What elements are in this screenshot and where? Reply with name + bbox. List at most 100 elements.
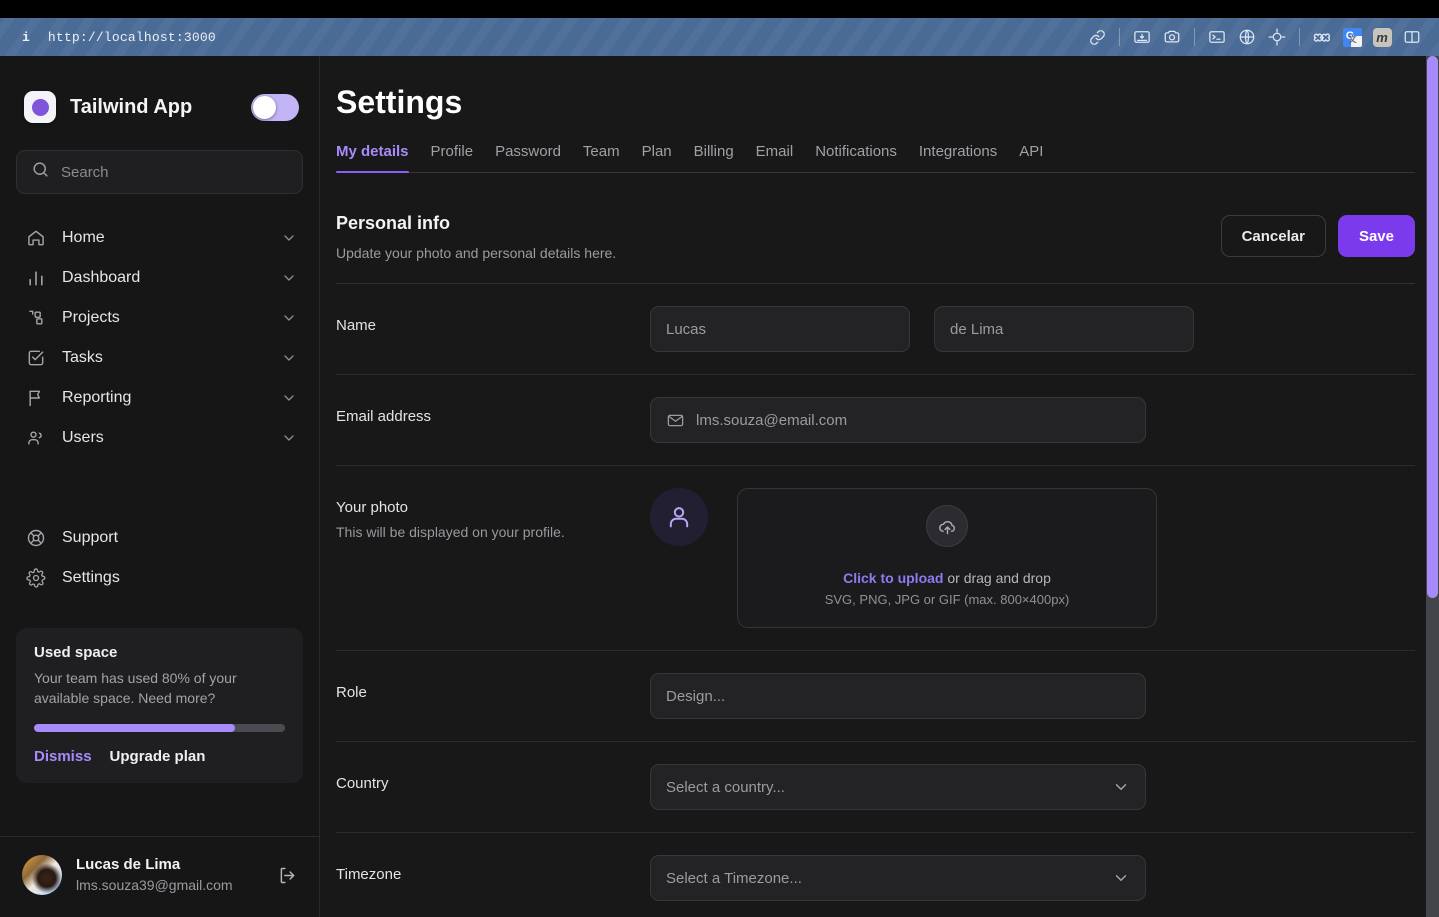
dismiss-button[interactable]: Dismiss	[34, 748, 92, 765]
user-profile-bar: Lucas de Lima lms.souza39@gmail.com	[0, 836, 319, 917]
sidebar-item-home[interactable]: Home	[0, 218, 319, 258]
used-space-progress	[34, 724, 285, 732]
upgrade-plan-button[interactable]: Upgrade plan	[110, 748, 206, 765]
user-email: lms.souza39@gmail.com	[76, 876, 233, 893]
brand-name: Tailwind App	[70, 95, 193, 118]
role-input[interactable]: Design...	[650, 673, 1146, 719]
user-name: Lucas de Lima	[76, 856, 181, 874]
search-input[interactable]: Search	[16, 150, 303, 194]
role-label: Role	[336, 684, 367, 701]
upload-hint: SVG, PNG, JPG or GIF (max. 800×400px)	[824, 592, 1070, 607]
country-label-block: Country	[336, 764, 650, 792]
tab-password[interactable]: Password	[484, 143, 572, 172]
tab-billing[interactable]: Billing	[683, 143, 745, 172]
info-icon[interactable]: i	[22, 30, 30, 45]
flag-icon	[26, 388, 46, 408]
sidebar-item-label: Users	[62, 429, 104, 446]
sidebar-item-users[interactable]: Users	[0, 418, 319, 458]
sidebar-nav: Home Dashboard Projects Tasks Reporting …	[0, 218, 319, 458]
country-placeholder: Select a country...	[666, 778, 785, 796]
app-root: Tailwind App Search Home Dashboard Proje…	[0, 56, 1439, 917]
puzzle-icon[interactable]	[1307, 23, 1337, 51]
sidebar-item-label: Reporting	[62, 389, 132, 406]
email-controls: lms.souza@email.com	[650, 397, 1415, 443]
avatar[interactable]	[22, 855, 62, 895]
chevron-down-icon[interactable]	[1112, 778, 1130, 796]
toolbar-divider	[1299, 28, 1300, 46]
email-placeholder: lms.souza@email.com	[696, 411, 848, 429]
photo-label: Your photo	[336, 499, 409, 516]
link-icon[interactable]	[1082, 23, 1112, 51]
sidebar-item-dashboard[interactable]: Dashboard	[0, 258, 319, 298]
search-icon	[31, 160, 50, 184]
google-translate-icon[interactable]: G 文	[1337, 23, 1367, 51]
sidebar-item-settings[interactable]: Settings	[0, 558, 319, 598]
sidebar-item-projects[interactable]: Projects	[0, 298, 319, 338]
email-input[interactable]: lms.souza@email.com	[650, 397, 1146, 443]
terminal-icon[interactable]	[1202, 23, 1232, 51]
main-content: Settings My details Profile Password Tea…	[320, 56, 1439, 917]
country-select[interactable]: Select a country...	[650, 764, 1146, 810]
window-titlebar	[0, 0, 1439, 18]
split-panel-icon[interactable]	[1397, 23, 1427, 51]
url-text[interactable]: http://localhost:3000	[48, 30, 216, 45]
tab-integrations[interactable]: Integrations	[908, 143, 1008, 172]
page-title: Settings	[336, 84, 463, 120]
email-label: Email address	[336, 408, 432, 425]
projects-icon	[26, 308, 46, 328]
camera-icon[interactable]	[1157, 23, 1187, 51]
vertical-scrollbar[interactable]	[1426, 56, 1439, 917]
tab-notifications[interactable]: Notifications	[804, 143, 908, 172]
sidebar-item-reporting[interactable]: Reporting	[0, 378, 319, 418]
field-row-email: Email address lms.souza@email.com	[336, 375, 1415, 466]
last-name-input[interactable]: de Lima	[934, 306, 1194, 352]
logout-icon[interactable]	[275, 863, 299, 887]
first-name-input[interactable]: Lucas	[650, 306, 910, 352]
tab-email[interactable]: Email	[745, 143, 805, 172]
field-row-photo: Your photo This will be displayed on you…	[336, 466, 1415, 651]
chevron-down-icon[interactable]	[1112, 869, 1130, 887]
video-save-icon[interactable]	[1127, 23, 1157, 51]
chevron-down-icon[interactable]	[281, 230, 297, 246]
chevron-down-icon[interactable]	[281, 350, 297, 366]
vertical-scrollbar-thumb[interactable]	[1427, 56, 1438, 599]
photo-dropzone[interactable]: Click to upload or drag and drop SVG, PN…	[737, 488, 1157, 628]
chevron-down-icon[interactable]	[281, 310, 297, 326]
tab-api[interactable]: API	[1008, 143, 1054, 172]
name-label-block: Name	[336, 306, 650, 334]
tab-profile[interactable]: Profile	[420, 143, 485, 172]
user-placeholder-icon[interactable]	[650, 488, 708, 546]
personal-info-header: Personal info Update your photo and pers…	[336, 213, 1415, 284]
timezone-label-block: Timezone	[336, 855, 650, 883]
mastodon-icon[interactable]: m	[1367, 23, 1397, 51]
chevron-down-icon[interactable]	[281, 270, 297, 286]
settings-tabs: My details Profile Password Team Plan Bi…	[336, 143, 1415, 173]
chevron-down-icon[interactable]	[281, 390, 297, 406]
country-label: Country	[336, 775, 389, 792]
chevron-down-icon[interactable]	[281, 430, 297, 446]
sidebar-item-tasks[interactable]: Tasks	[0, 338, 319, 378]
target-icon[interactable]	[1262, 23, 1292, 51]
browser-toolbar: G 文 m	[1082, 23, 1427, 51]
browser-url-bar: i http://localhost:3000 G 文 m	[0, 18, 1439, 56]
tab-my-details[interactable]: My details	[336, 143, 420, 173]
cancel-button[interactable]: Cancelar	[1220, 215, 1326, 257]
home-icon	[26, 228, 46, 248]
sidebar: Tailwind App Search Home Dashboard Proje…	[0, 56, 320, 917]
globe-icon[interactable]	[1232, 23, 1262, 51]
timezone-select[interactable]: Select a Timezone...	[650, 855, 1146, 901]
timezone-controls: Select a Timezone...	[650, 855, 1415, 901]
tab-plan[interactable]: Plan	[631, 143, 683, 172]
tab-team[interactable]: Team	[572, 143, 631, 172]
role-placeholder: Design...	[666, 687, 726, 705]
photo-sublabel: This will be displayed on your profile.	[336, 524, 565, 540]
theme-toggle-knob	[253, 95, 276, 119]
save-button[interactable]: Save	[1337, 215, 1415, 257]
timezone-label: Timezone	[336, 866, 402, 883]
theme-toggle[interactable]	[251, 93, 299, 121]
sidebar-item-label: Home	[62, 229, 105, 246]
sidebar-item-support[interactable]: Support	[0, 518, 319, 558]
brand-header: Tailwind App	[0, 56, 319, 128]
app-logo-icon	[24, 91, 56, 123]
upload-link[interactable]: Click to upload	[843, 570, 943, 586]
